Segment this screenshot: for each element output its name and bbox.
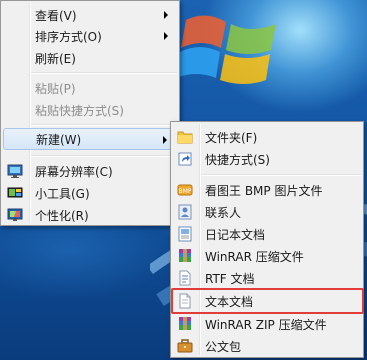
menu-item-label: 刷新(E) [35, 51, 76, 66]
menu-item-view[interactable]: 查看(V) [3, 4, 177, 26]
submenu-item-label: WinRAR ZIP 压缩文件 [205, 317, 327, 332]
submenu-item-contact[interactable]: 联系人 [173, 201, 361, 223]
desktop-context-menu: 查看(V) 排序方式(O) 刷新(E) 粘贴(P) 粘贴快捷方式(S) 新建(W… [0, 0, 180, 226]
menu-item-label: 排序方式(O) [35, 29, 102, 44]
menu-separator [31, 155, 177, 156]
bmp-file-icon: BMP [177, 184, 193, 196]
menu-item-label: 粘贴快捷方式(S) [35, 103, 124, 118]
journal-document-icon [178, 226, 192, 242]
menu-separator [31, 72, 177, 73]
contact-icon [178, 204, 192, 220]
submenu-item-label: 联系人 [205, 205, 242, 220]
briefcase-icon [177, 339, 193, 353]
display-settings-icon [7, 164, 23, 178]
rtf-document-icon [179, 270, 191, 286]
submenu-item-label: WinRAR 压缩文件 [205, 249, 304, 264]
menu-item-personalize[interactable]: 个性化(R) [3, 204, 177, 226]
submenu-item-label: 快捷方式(S) [205, 152, 270, 167]
winrar-zip-icon [179, 317, 191, 330]
submenu-item-label: RTF 文档 [205, 271, 255, 286]
submenu-item-winrar-zip[interactable]: WinRAR ZIP 压缩文件 [173, 313, 361, 335]
annotation-highlight-box [171, 288, 364, 314]
submenu-arrow-icon [164, 11, 168, 19]
submenu-item-winrar-archive[interactable]: WinRAR 压缩文件 [173, 245, 361, 267]
submenu-item-label: 文件夹(F) [205, 130, 258, 145]
submenu-item-shortcut[interactable]: 快捷方式(S) [173, 148, 361, 170]
new-submenu: 文件夹(F) 快捷方式(S) BMP 看图王 BMP 图片文件 联系人 日记本文… [170, 121, 364, 358]
menu-item-refresh[interactable]: 刷新(E) [3, 47, 177, 69]
menu-item-new[interactable]: 新建(W) [3, 128, 177, 150]
menu-item-label: 屏幕分辨率(C) [35, 164, 113, 179]
shortcut-icon [178, 152, 192, 166]
submenu-item-rtf[interactable]: RTF 文档 [173, 267, 361, 289]
menu-item-label: 查看(V) [35, 8, 77, 23]
submenu-arrow-icon [164, 32, 168, 40]
folder-icon [177, 131, 193, 144]
menu-item-label: 个性化(R) [35, 208, 89, 223]
menu-item-sort-by[interactable]: 排序方式(O) [3, 25, 177, 47]
menu-item-paste-shortcut: 粘贴快捷方式(S) [3, 99, 177, 121]
menu-item-label: 粘贴(P) [35, 81, 76, 96]
submenu-item-briefcase[interactable]: 公文包 [173, 335, 361, 357]
menu-item-gadgets[interactable]: 小工具(G) [3, 182, 177, 204]
winrar-archive-icon [179, 249, 191, 262]
menu-item-paste: 粘贴(P) [3, 77, 177, 99]
personalize-icon [7, 208, 23, 221]
menu-item-label: 新建(W) [36, 132, 82, 147]
submenu-item-folder[interactable]: 文件夹(F) [173, 126, 361, 148]
submenu-item-bmp-image[interactable]: BMP 看图王 BMP 图片文件 [173, 179, 361, 201]
svg-text:BMP: BMP [179, 188, 192, 195]
menu-separator [201, 174, 361, 175]
windows-logo-icon [176, 15, 276, 84]
menu-separator [31, 124, 177, 125]
submenu-item-label: 公文包 [205, 339, 242, 354]
submenu-item-journal[interactable]: 日记本文档 [173, 223, 361, 245]
menu-item-label: 小工具(G) [35, 186, 90, 201]
submenu-item-label: 看图王 BMP 图片文件 [205, 183, 323, 198]
submenu-arrow-icon [163, 136, 167, 144]
menu-item-screen-resolution[interactable]: 屏幕分辨率(C) [3, 160, 177, 182]
gadgets-icon [7, 187, 23, 198]
submenu-item-label: 日记本文档 [205, 227, 266, 242]
